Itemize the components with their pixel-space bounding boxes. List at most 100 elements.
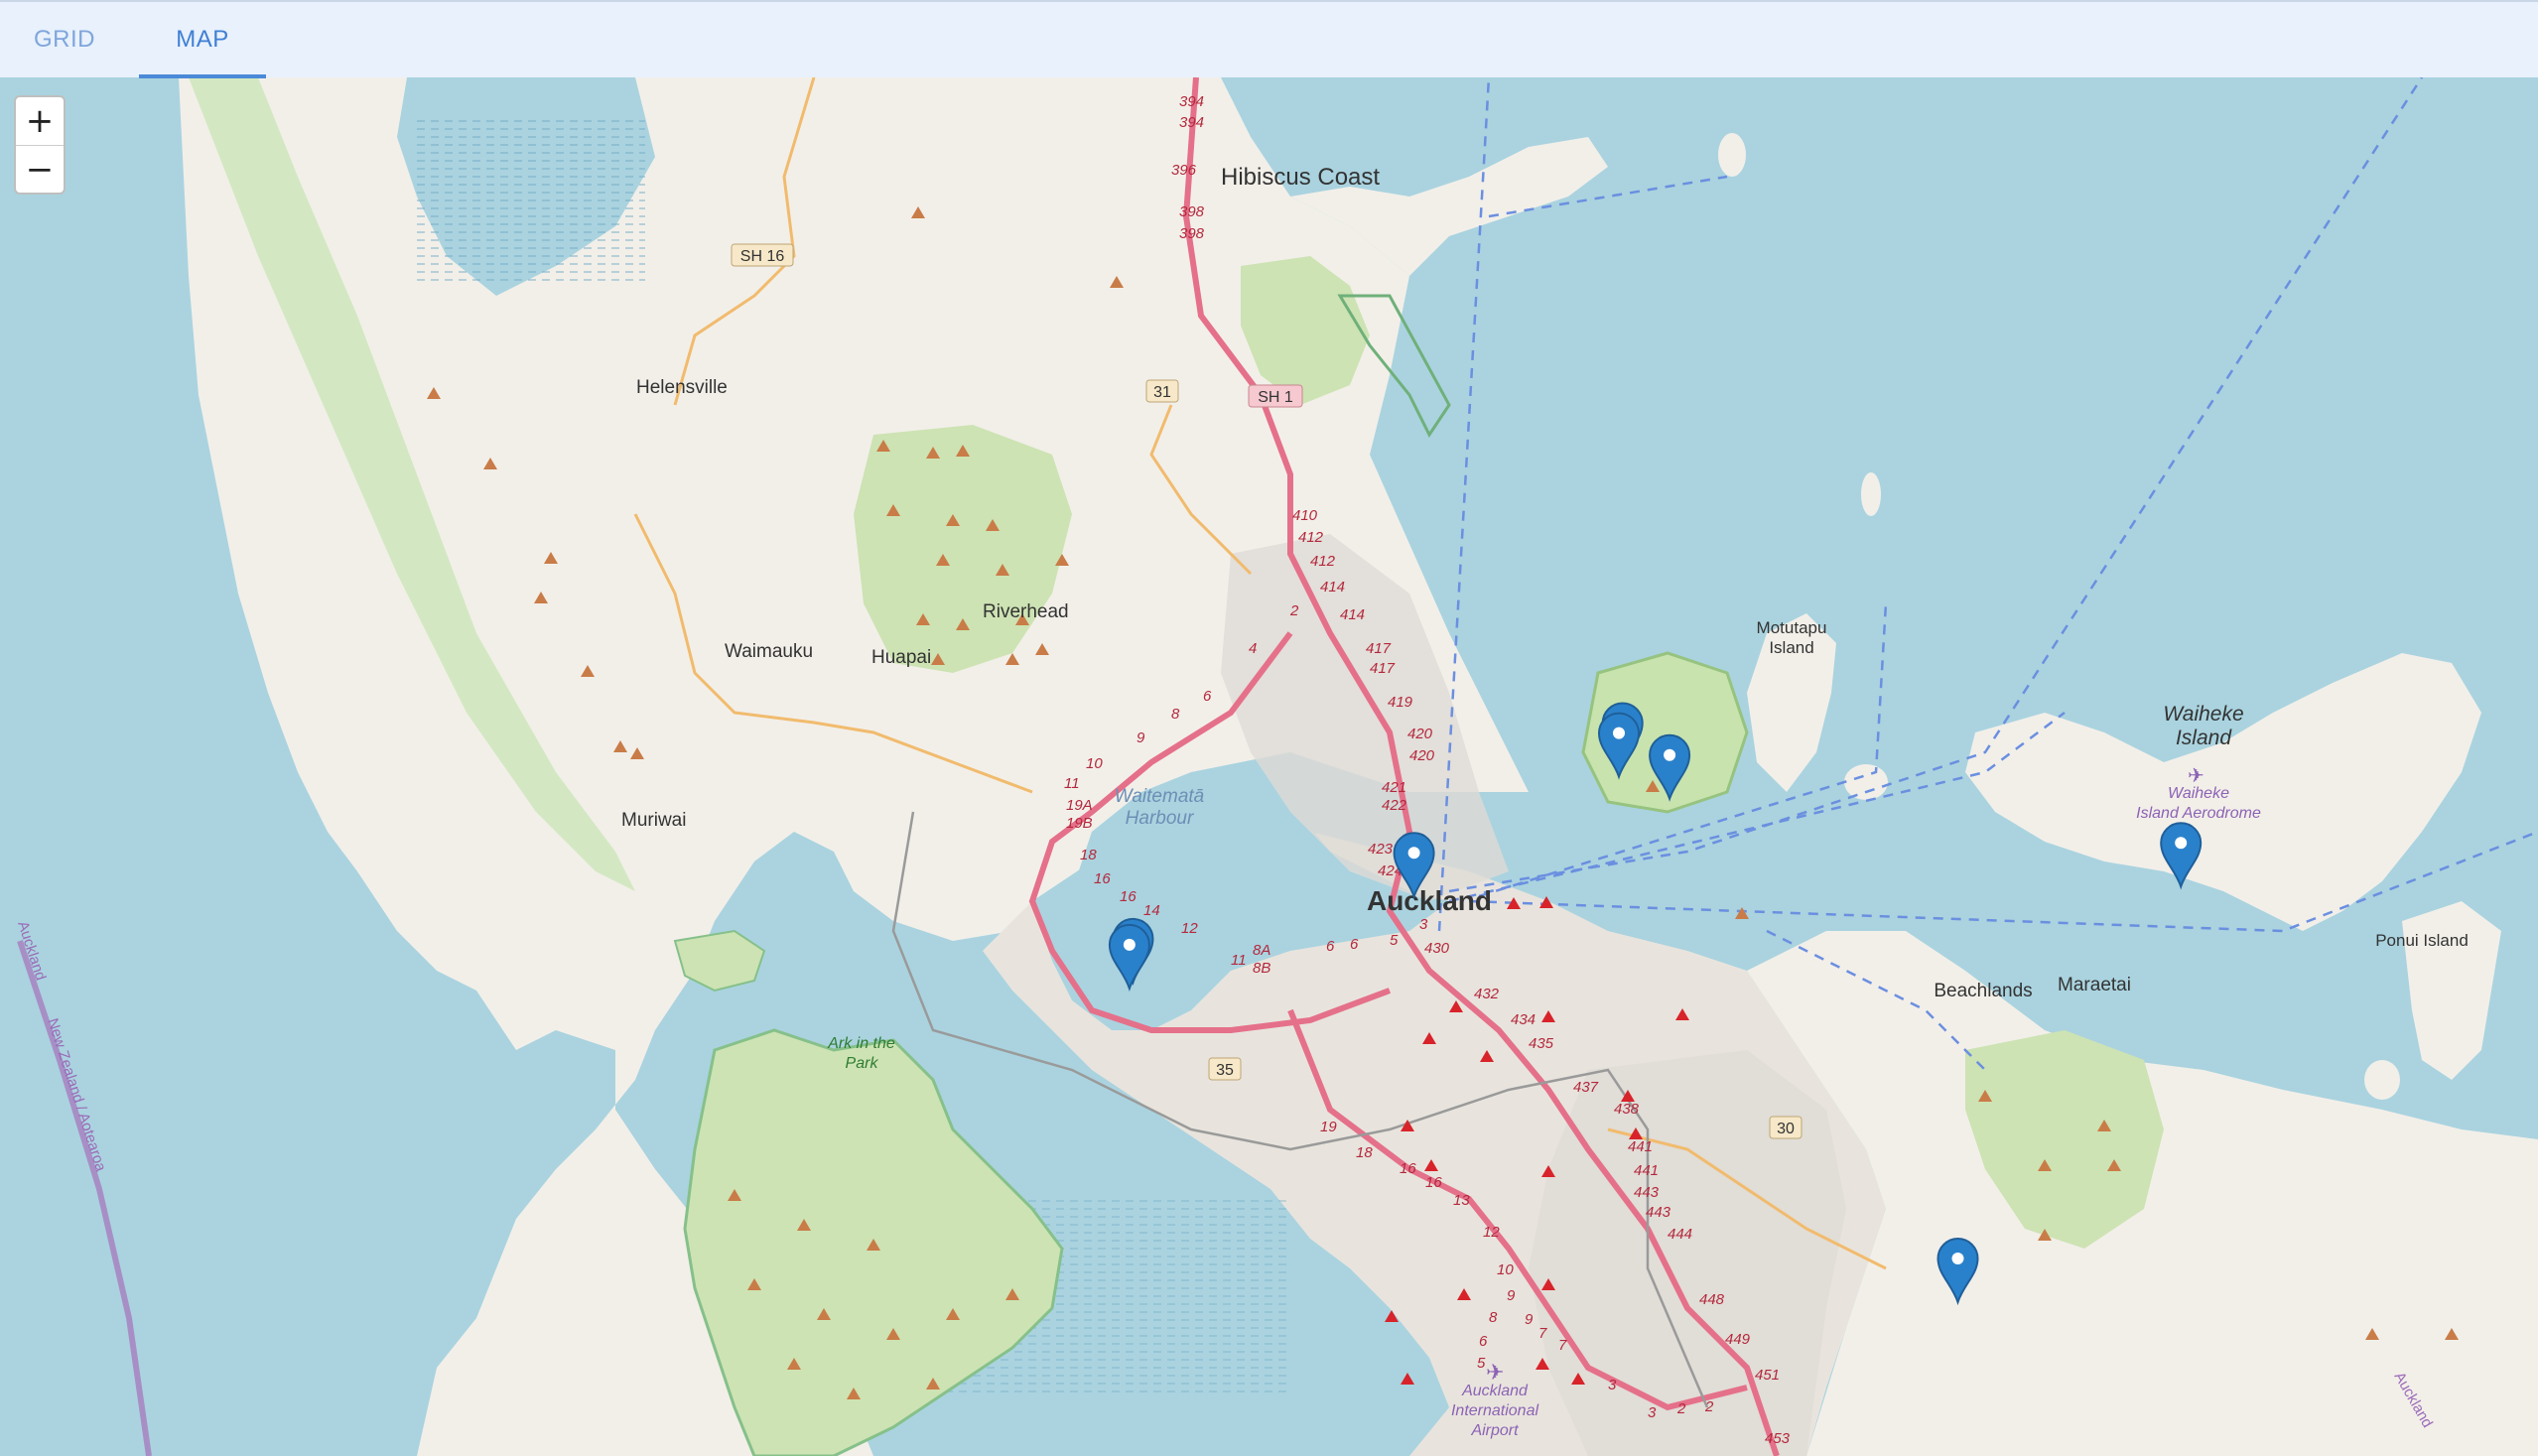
label-waiheke-1: Waiheke	[2163, 703, 2243, 726]
svg-text:3: 3	[1608, 1377, 1617, 1393]
label-beachlands: Beachlands	[1934, 981, 2032, 1001]
zoom-out-button[interactable]: −	[16, 146, 64, 194]
svg-text:14: 14	[1143, 902, 1160, 919]
svg-text:410: 410	[1292, 507, 1318, 524]
island-small-1	[1718, 133, 1746, 177]
label-huapai: Huapai	[871, 647, 931, 668]
island-small-4	[2364, 1060, 2400, 1100]
svg-text:2: 2	[1289, 602, 1299, 619]
svg-text:414: 414	[1340, 606, 1365, 623]
svg-text:9: 9	[1525, 1311, 1534, 1328]
shield-sh1: SH 1	[1258, 389, 1293, 406]
svg-text:420: 420	[1407, 726, 1433, 742]
aerodrome-icon: ✈	[2188, 765, 2204, 787]
svg-text:16: 16	[1120, 888, 1136, 905]
label-waiheke-aero-2: Island Aerodrome	[2136, 805, 2261, 822]
svg-text:8: 8	[1489, 1309, 1498, 1326]
svg-text:448: 448	[1699, 1291, 1725, 1308]
svg-text:423: 423	[1368, 841, 1394, 858]
shield-sh16: SH 16	[740, 248, 785, 265]
svg-text:394: 394	[1179, 93, 1204, 110]
svg-text:441: 441	[1634, 1162, 1659, 1179]
svg-text:417: 417	[1366, 640, 1392, 657]
svg-text:5: 5	[1477, 1355, 1486, 1372]
svg-text:412: 412	[1298, 529, 1324, 546]
svg-text:16: 16	[1094, 870, 1111, 887]
svg-text:437: 437	[1573, 1079, 1599, 1096]
svg-text:451: 451	[1755, 1367, 1780, 1384]
label-muriwai: Muriwai	[621, 810, 686, 831]
svg-text:432: 432	[1474, 986, 1500, 1002]
tab-bar: GRID MAP	[0, 0, 2538, 78]
shield-31: 31	[1153, 384, 1171, 401]
active-tab-indicator	[139, 74, 266, 78]
shield-30: 30	[1777, 1121, 1795, 1137]
svg-text:443: 443	[1634, 1184, 1660, 1201]
svg-text:18: 18	[1080, 847, 1097, 863]
svg-text:12: 12	[1483, 1224, 1500, 1241]
label-waitemata-2: Harbour	[1126, 808, 1194, 829]
svg-text:11: 11	[1231, 952, 1247, 969]
svg-text:4: 4	[1249, 640, 1257, 657]
svg-text:8: 8	[1171, 706, 1180, 723]
svg-text:434: 434	[1511, 1011, 1536, 1028]
svg-text:420: 420	[1409, 747, 1435, 764]
svg-text:19A: 19A	[1066, 797, 1093, 814]
kaipara-mudflats	[417, 117, 645, 286]
tab-map-label: MAP	[176, 26, 229, 53]
svg-text:453: 453	[1765, 1430, 1791, 1447]
svg-text:414: 414	[1320, 579, 1345, 596]
svg-text:2: 2	[1704, 1398, 1714, 1415]
svg-text:6: 6	[1479, 1333, 1488, 1350]
label-ponui: Ponui Island	[2375, 931, 2469, 950]
svg-text:16: 16	[1400, 1160, 1416, 1177]
svg-text:6: 6	[1350, 936, 1359, 953]
svg-text:11: 11	[1064, 775, 1080, 792]
svg-text:441: 441	[1628, 1138, 1653, 1155]
svg-text:16: 16	[1425, 1174, 1442, 1191]
svg-text:435: 435	[1529, 1035, 1554, 1052]
label-waiheke-aero-1: Waiheke	[2168, 785, 2229, 802]
label-motutapu-2: Island	[1769, 638, 1813, 657]
svg-text:6: 6	[1326, 938, 1335, 955]
svg-text:443: 443	[1646, 1204, 1671, 1221]
svg-text:444: 444	[1668, 1226, 1692, 1243]
island-small-3	[1844, 764, 1888, 800]
svg-text:438: 438	[1614, 1101, 1640, 1118]
label-ark-1: Ark in the	[827, 1035, 895, 1052]
map-container[interactable]: SH 16 SH 1 31 35 30 394 394 396 398 398 …	[0, 77, 2538, 1456]
svg-text:18: 18	[1356, 1144, 1373, 1161]
svg-text:7: 7	[1538, 1325, 1547, 1342]
label-ark-2: Park	[846, 1055, 879, 1072]
airport-icon: ✈	[1486, 1360, 1504, 1385]
label-airport-1: Auckland	[1461, 1383, 1529, 1399]
svg-text:5: 5	[1390, 932, 1399, 949]
label-waiheke-2: Island	[2176, 727, 2232, 749]
svg-text:396: 396	[1171, 162, 1197, 179]
svg-text:394: 394	[1179, 114, 1204, 131]
label-airport-2: International	[1451, 1402, 1539, 1419]
svg-text:3: 3	[1648, 1404, 1657, 1421]
svg-text:419: 419	[1388, 694, 1413, 711]
tab-grid[interactable]: GRID	[0, 2, 129, 77]
svg-text:417: 417	[1370, 660, 1396, 677]
svg-text:9: 9	[1507, 1287, 1516, 1304]
label-waimauku: Waimauku	[725, 641, 813, 662]
map-canvas[interactable]: SH 16 SH 1 31 35 30 394 394 396 398 398 …	[0, 77, 2538, 1456]
zoom-in-button[interactable]: +	[16, 97, 64, 146]
svg-text:421: 421	[1382, 779, 1406, 796]
svg-text:2: 2	[1676, 1400, 1686, 1417]
label-riverhead: Riverhead	[983, 601, 1069, 622]
svg-text:422: 422	[1382, 797, 1407, 814]
zoom-control: + −	[14, 95, 66, 195]
svg-text:449: 449	[1725, 1331, 1751, 1348]
tab-map[interactable]: MAP	[139, 2, 266, 78]
svg-text:398: 398	[1179, 225, 1205, 242]
label-motutapu-1: Motutapu	[1757, 618, 1827, 637]
svg-text:3: 3	[1419, 916, 1428, 933]
svg-text:12: 12	[1181, 920, 1198, 937]
label-hibiscus-coast: Hibiscus Coast	[1221, 164, 1380, 191]
svg-text:10: 10	[1497, 1261, 1514, 1278]
svg-text:10: 10	[1086, 755, 1103, 772]
label-waitemata-1: Waitematā	[1115, 786, 1204, 807]
